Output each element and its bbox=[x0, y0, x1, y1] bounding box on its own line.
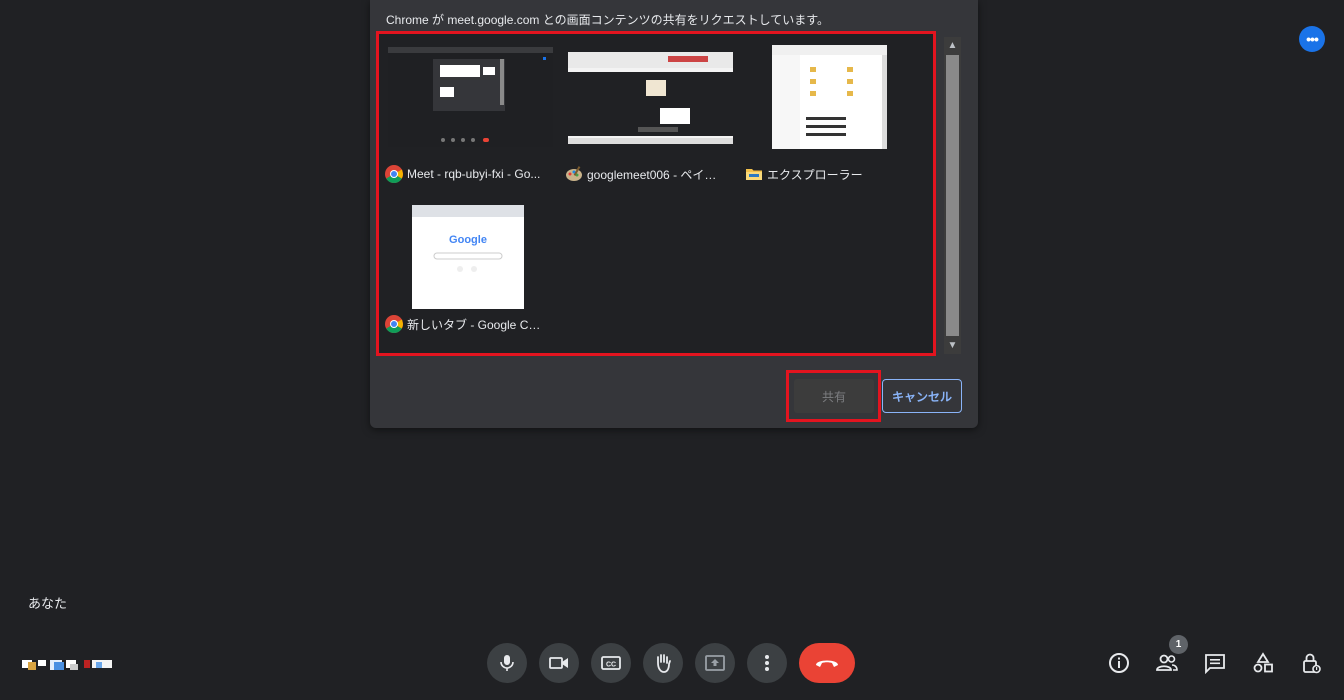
present-screen-button[interactable] bbox=[695, 643, 735, 683]
dialog-title: Chrome が meet.google.com との画面コンテンツの共有をリク… bbox=[386, 13, 830, 27]
source-thumbnail bbox=[388, 47, 553, 147]
chat-button[interactable] bbox=[1203, 651, 1227, 675]
host-controls-button[interactable] bbox=[1299, 651, 1323, 675]
hangup-icon bbox=[816, 660, 838, 667]
explorer-folder-icon bbox=[746, 169, 762, 180]
mic-icon bbox=[500, 655, 514, 671]
source-item-new-tab[interactable]: Google 新しいタブ - Google Chro... bbox=[385, 204, 565, 354]
participant-name: あなた bbox=[28, 596, 68, 611]
source-label: 新しいタブ - Google Chro... bbox=[385, 314, 547, 334]
source-item-meet[interactable]: Meet - rqb-ubyi-fxi - Go... bbox=[385, 44, 565, 194]
chrome-icon bbox=[385, 165, 403, 183]
raise-hand-icon bbox=[657, 654, 671, 673]
captions-icon: CC bbox=[601, 656, 621, 670]
raise-hand-button[interactable] bbox=[643, 643, 683, 683]
meeting-code-redacted bbox=[22, 660, 112, 670]
chrome-icon bbox=[385, 315, 403, 333]
present-screen-icon bbox=[705, 655, 725, 671]
source-item-explorer[interactable]: エクスプローラー bbox=[745, 44, 925, 194]
source-thumbnail: Google bbox=[412, 205, 524, 309]
activities-icon bbox=[1253, 652, 1273, 673]
camera-button[interactable] bbox=[539, 643, 579, 683]
info-icon bbox=[1109, 653, 1129, 673]
captions-button[interactable]: CC bbox=[591, 643, 631, 683]
source-label: Meet - rqb-ubyi-fxi - Go... bbox=[385, 164, 540, 184]
svg-text:CC: CC bbox=[606, 662, 616, 669]
google-logo: Google bbox=[449, 234, 487, 246]
scroll-down-icon[interactable]: ▼ bbox=[944, 337, 961, 354]
share-screen-dialog: Chrome が meet.google.com との画面コンテンツの共有をリク… bbox=[370, 0, 978, 428]
source-item-paint[interactable]: googlemeet006 - ペイント bbox=[565, 44, 745, 194]
more-options-button[interactable] bbox=[747, 643, 787, 683]
paint-icon bbox=[566, 166, 582, 181]
meeting-info-button[interactable] bbox=[1107, 651, 1131, 675]
source-list-scrollbar[interactable]: ▲ ▼ bbox=[944, 37, 961, 354]
source-label: googlemeet006 - ペイント bbox=[565, 164, 727, 184]
source-thumbnail bbox=[568, 52, 733, 144]
cancel-button[interactable]: キャンセル bbox=[882, 379, 962, 413]
host-controls-icon bbox=[1303, 653, 1321, 674]
source-thumbnail bbox=[772, 45, 887, 149]
mic-button[interactable] bbox=[487, 643, 527, 683]
more-options-icon[interactable]: ••• bbox=[1299, 26, 1325, 52]
activities-button[interactable] bbox=[1251, 651, 1275, 675]
people-count-badge: 1 bbox=[1169, 635, 1188, 654]
people-icon bbox=[1156, 654, 1178, 671]
source-list: Meet - rqb-ubyi-fxi - Go... googlemeet00… bbox=[376, 31, 936, 356]
share-button[interactable]: 共有 bbox=[794, 379, 874, 413]
source-label: エクスプローラー bbox=[745, 164, 863, 184]
chat-icon bbox=[1205, 654, 1225, 674]
camera-icon bbox=[549, 657, 568, 669]
people-button[interactable] bbox=[1155, 651, 1179, 675]
scroll-thumb[interactable] bbox=[946, 55, 959, 336]
hangup-button[interactable] bbox=[799, 643, 855, 683]
scroll-up-icon[interactable]: ▲ bbox=[944, 37, 961, 54]
more-options-icon bbox=[765, 655, 769, 671]
